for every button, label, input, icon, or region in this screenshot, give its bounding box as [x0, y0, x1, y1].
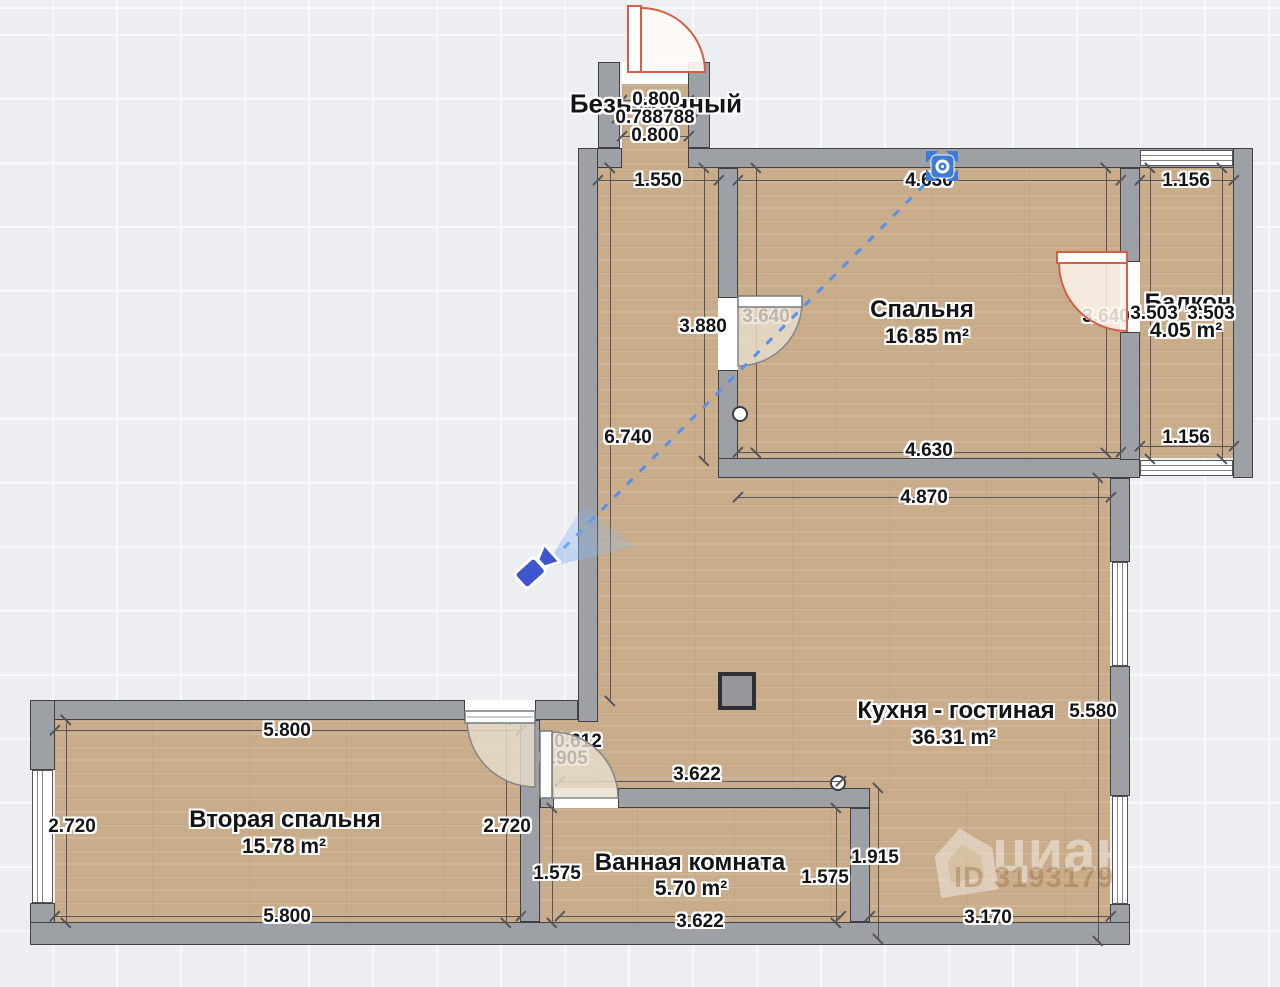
doors-and-cameras-overlay	[0, 0, 1280, 987]
bathroom-door[interactable]	[540, 731, 618, 798]
balcony-door[interactable]	[1057, 252, 1127, 331]
bedroom-door[interactable]	[738, 296, 802, 366]
camera-icon[interactable]	[512, 544, 560, 591]
entrance-door[interactable]	[628, 6, 705, 72]
camera-path-line	[551, 173, 936, 561]
floorplan-canvas[interactable]: циан ID 3193179	[0, 0, 1280, 987]
second-bedroom-door[interactable]	[465, 711, 535, 787]
camera-selected-icon[interactable]	[926, 151, 958, 181]
